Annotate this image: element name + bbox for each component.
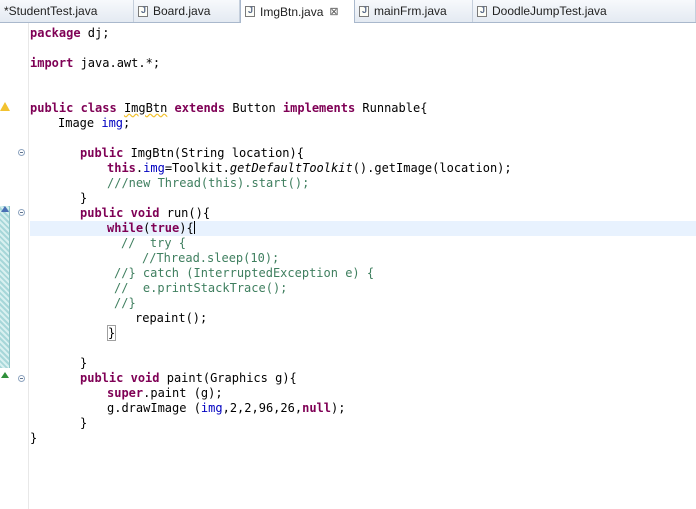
code-text: ; (123, 116, 131, 130)
code-text: run(){ (159, 206, 211, 220)
fold-collapse-icon[interactable] (18, 209, 25, 216)
code-line: } (107, 325, 117, 341)
tab-label: Board.java (153, 4, 211, 18)
code-line: super.paint (g); (107, 386, 223, 401)
code-line: //Thread.sleep(10); (142, 251, 279, 266)
keyword: public (80, 146, 124, 160)
fold-collapse-icon[interactable] (18, 375, 25, 382)
code-text: ().getImage(location); (352, 161, 512, 175)
code-text: Image (58, 116, 102, 130)
class-name: ImgBtn (123, 101, 168, 115)
code-text: } (30, 431, 38, 445)
field-name: img (143, 161, 165, 175)
code-line: Image img; (58, 116, 130, 131)
matching-bracket: } (107, 325, 117, 341)
code-text: } (80, 356, 88, 370)
keyword: super (107, 386, 144, 400)
code-line: } (80, 191, 87, 206)
code-line: public void paint(Graphics g){ (80, 371, 297, 386)
keyword: void (130, 206, 160, 220)
code-text: ){ (179, 221, 194, 235)
fold-collapse-icon[interactable] (18, 149, 25, 156)
keyword: null (302, 401, 331, 415)
static-method: getDefaultToolkit (229, 161, 353, 175)
java-file-icon (245, 5, 255, 17)
tab-label: ImgBtn.java (260, 4, 324, 19)
code-text: dj; (80, 26, 110, 40)
editor-ruler (0, 23, 29, 509)
code-text: repaint(); (135, 311, 208, 325)
quick-diff-change-bar (0, 206, 10, 368)
keyword: while (107, 221, 144, 235)
code-line: } (30, 431, 37, 446)
editor-tab-bar: *StudentTest.java Board.java ImgBtn.java… (0, 0, 696, 23)
keyword: class (80, 101, 117, 115)
keyword: this (107, 161, 136, 175)
keyword: public (80, 206, 124, 220)
code-text: .paint (g); (143, 386, 223, 400)
java-file-icon (359, 5, 369, 17)
code-text: java.awt.*; (73, 56, 161, 70)
comment: // try { (121, 236, 187, 250)
override-marker-icon[interactable] (1, 206, 9, 212)
field-name: img (101, 116, 124, 130)
comment: //Thread.sleep(10); (142, 251, 280, 265)
code-line: while(true){ (107, 221, 195, 236)
code-line: ///new Thread(this).start(); (107, 176, 309, 191)
code-text: ); (331, 401, 346, 415)
code-text: Runnable{ (355, 101, 428, 115)
code-text: } (80, 191, 88, 205)
code-line: package dj; (30, 26, 109, 41)
comment: // e.printStackTrace(); (114, 281, 288, 295)
keyword: package (30, 26, 81, 40)
java-editor: *StudentTest.java Board.java ImgBtn.java… (0, 0, 696, 509)
comment: //} catch (InterruptedException e) { (114, 266, 375, 280)
code-text: =Toolkit. (164, 161, 230, 175)
code-line: } (80, 416, 87, 431)
tab-mainfrm[interactable]: mainFrm.java (355, 0, 473, 22)
keyword: implements (282, 101, 356, 115)
tab-label: *StudentTest.java (4, 4, 98, 18)
tab-doodlejump-test[interactable]: DoodleJumpTest.java (473, 0, 696, 22)
tab-label: mainFrm.java (374, 4, 447, 18)
java-file-icon (138, 5, 148, 17)
code-line: g.drawImage (img,2,2,96,26,null); (107, 401, 345, 416)
override-marker-icon[interactable] (1, 372, 9, 378)
warning-icon[interactable] (0, 102, 10, 111)
code-line: this.img=Toolkit.getDefaultToolkit().get… (107, 161, 512, 176)
code-line: } (80, 356, 87, 371)
code-text: Button (225, 101, 283, 115)
keyword: public (30, 101, 74, 115)
code-line: public class ImgBtn extends Button imple… (30, 101, 427, 116)
tab-student-test[interactable]: *StudentTest.java (0, 0, 134, 22)
code-text: ,2,2,96,26, (222, 401, 303, 415)
comment: ///new Thread(this).start(); (107, 176, 310, 190)
code-line: repaint(); (135, 311, 207, 326)
close-icon[interactable]: ⊠ (329, 5, 338, 18)
keyword: true (150, 221, 180, 235)
keyword: extends (174, 101, 226, 115)
code-line: // e.printStackTrace(); (114, 281, 287, 296)
keyword: import (30, 56, 74, 70)
code-line: import java.awt.*; (30, 56, 160, 71)
code-text: } (80, 416, 88, 430)
code-text: paint(Graphics g){ (159, 371, 297, 385)
code-text: g.drawImage ( (107, 401, 201, 415)
keyword: public (80, 371, 124, 385)
text-caret (193, 221, 195, 234)
comment: //} (114, 296, 136, 310)
field-name: img (200, 401, 223, 415)
tab-board[interactable]: Board.java (134, 0, 240, 22)
keyword: void (130, 371, 160, 385)
java-file-icon (477, 5, 487, 17)
code-line: // try { (121, 236, 186, 251)
code-text: ImgBtn(String location){ (123, 146, 304, 160)
tab-label: DoodleJumpTest.java (492, 4, 607, 18)
code-line: //} (114, 296, 136, 311)
code-line: public void run(){ (80, 206, 210, 221)
tab-imgbtn[interactable]: ImgBtn.java ⊠ (240, 0, 355, 23)
code-line: //} catch (InterruptedException e) { (114, 266, 374, 281)
code-line: public ImgBtn(String location){ (80, 146, 304, 161)
